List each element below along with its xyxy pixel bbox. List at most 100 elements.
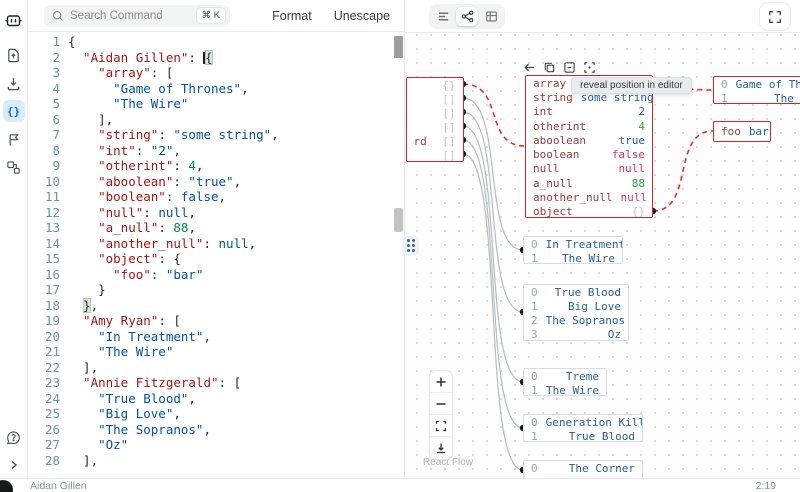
help-icon[interactable] (3, 426, 25, 448)
node-row: 0The Corner (524, 461, 642, 475)
braces-glyph: {} (7, 105, 20, 118)
import-file-icon[interactable] (3, 44, 25, 66)
search-icon (52, 10, 64, 22)
scrollbar-thumb[interactable] (394, 36, 403, 58)
node-structure-icon[interactable] (3, 156, 25, 178)
editor-line: "The Wire" (68, 344, 279, 360)
editor-line: { (68, 34, 279, 50)
graph-node-foo[interactable]: foobar (713, 121, 771, 142)
view-mode-switch (429, 4, 505, 29)
graph-toolbar (405, 0, 800, 33)
table-view-button[interactable] (480, 7, 502, 26)
node-row: [] (407, 120, 463, 134)
status-bar: Aidan Gillen 2:19 (0, 478, 800, 492)
editor-scrollbar[interactable] (393, 32, 404, 478)
line-numbers: 1234567891011121314151617181920212223242… (28, 34, 60, 468)
app-logo-icon (3, 9, 25, 31)
graph-node-root[interactable]: {}[][][]rd[][] (406, 77, 464, 162)
save-image-button[interactable] (430, 437, 452, 459)
editor-header: Search Command ⌘ K Format Unescape (28, 0, 404, 32)
editor-line: "The Sopranos", (68, 422, 279, 438)
search-shortcut-kbd: ⌘ K (197, 8, 225, 23)
editor-line: "array": [ (68, 65, 279, 81)
editor-line: ], (68, 112, 279, 128)
editor-line: "string": "some string", (68, 127, 279, 143)
node-row: abooleantrue (526, 133, 652, 147)
editor-line: "otherint": 4, (68, 158, 279, 174)
zoom-out-button[interactable] (430, 393, 452, 415)
pane-resize-handle[interactable] (402, 236, 419, 255)
node-row: rd[] (407, 135, 463, 149)
graph-node-amy[interactable]: 0In Treatment1The Wire (523, 236, 623, 264)
node-row: 2The Sopranos (524, 313, 628, 327)
editor-line: "In Treatment", (68, 329, 279, 345)
node-row: 0Game of Thrones (714, 77, 800, 91)
search-input[interactable]: Search Command ⌘ K (44, 5, 230, 27)
fit-view-button[interactable] (430, 415, 452, 437)
copy-icon[interactable] (541, 59, 557, 75)
search-placeholder: Search Command (70, 10, 197, 22)
transform-icon[interactable] (3, 128, 25, 150)
node-row: 1The Wire (714, 91, 800, 104)
collapse-sidebar-icon[interactable] (3, 454, 25, 476)
editor-line: "aboolean": "true", (68, 174, 279, 190)
node-row: int2 (526, 105, 652, 119)
editor-line: "Amy Ryan": [ (68, 313, 279, 329)
collapse-node-icon[interactable] (561, 59, 577, 75)
node-row: 0Treme (524, 369, 606, 383)
node-row: 0True Blood (524, 285, 628, 299)
editor-line: "object": { (68, 251, 279, 267)
editor-line: }, (68, 298, 279, 314)
editor-line: "null": null, (68, 205, 279, 221)
editor-code: {"Aidan Gillen": {"array": ["Game of Thr… (60, 34, 279, 468)
node-row: 1The Wire (524, 251, 622, 264)
zoom-controls (430, 371, 452, 459)
graph-node-clarke[interactable]: 0The Corner (523, 460, 643, 478)
format-button[interactable]: Format (272, 9, 312, 23)
editor-line: "True Blood", (68, 391, 279, 407)
graph-node-got[interactable]: 0Game of Thrones1The Wire (713, 76, 800, 104)
code-editor[interactable]: 1234567891011121314151617181920212223242… (28, 32, 404, 478)
fullscreen-button[interactable] (760, 3, 790, 30)
node-row: [] (407, 92, 463, 106)
graph-canvas[interactable]: reveal position in editor React F (405, 33, 800, 478)
graph-node-aidan[interactable]: arraystringsome stringint2otherint4abool… (525, 75, 653, 218)
node-row: foobar (714, 122, 770, 141)
graph-view-button[interactable] (456, 7, 478, 26)
graph-pane: reveal position in editor React F (404, 0, 800, 478)
node-row: nullnull (526, 162, 652, 176)
node-row: object{} (526, 205, 652, 218)
node-row: a_null88 (526, 176, 652, 190)
unescape-button[interactable]: Unescape (334, 9, 390, 23)
editor-line: "a_null": 88, (68, 220, 279, 236)
node-row: 1True Blood (524, 429, 642, 442)
focus-node-icon[interactable] (581, 59, 597, 75)
editor-line: "Big Love", (68, 406, 279, 422)
list-view-button[interactable] (432, 7, 454, 26)
editor-line: "foo": "bar" (68, 267, 279, 283)
node-row: 0In Treatment (524, 237, 622, 251)
node-row: otherint4 (526, 119, 652, 133)
back-icon[interactable] (521, 59, 537, 75)
sidebar: {} (0, 0, 28, 478)
node-row: 1Big Love (524, 299, 628, 313)
cursor-position: 2:19 (756, 480, 776, 492)
graph-node-alex[interactable]: 0Generation Kill1True Blood (523, 414, 643, 442)
editor-line: "Aidan Gillen": { (68, 50, 279, 66)
breadcrumb: Aidan Gillen (30, 480, 87, 492)
editor-line: ], (68, 453, 279, 469)
node-row: another_nullnull (526, 190, 652, 204)
editor-line: "The Wire" (68, 96, 279, 112)
editor-pane: Search Command ⌘ K Format Unescape 12345… (28, 0, 404, 478)
json-editor-icon[interactable]: {} (3, 100, 25, 122)
graph-node-anwan[interactable]: 0Treme1The Wire (523, 368, 607, 396)
download-icon[interactable] (3, 72, 25, 94)
node-row: 1The Wire (524, 383, 606, 396)
node-row: 0Generation Kill (524, 415, 642, 429)
editor-line: "Oz" (68, 437, 279, 453)
zoom-in-button[interactable] (430, 371, 452, 393)
node-row: {} (407, 78, 463, 92)
scrollbar-decoration (394, 208, 403, 232)
editor-line: ], (68, 360, 279, 376)
graph-node-annie[interactable]: 0True Blood1Big Love2The Sopranos3Oz (523, 284, 629, 341)
